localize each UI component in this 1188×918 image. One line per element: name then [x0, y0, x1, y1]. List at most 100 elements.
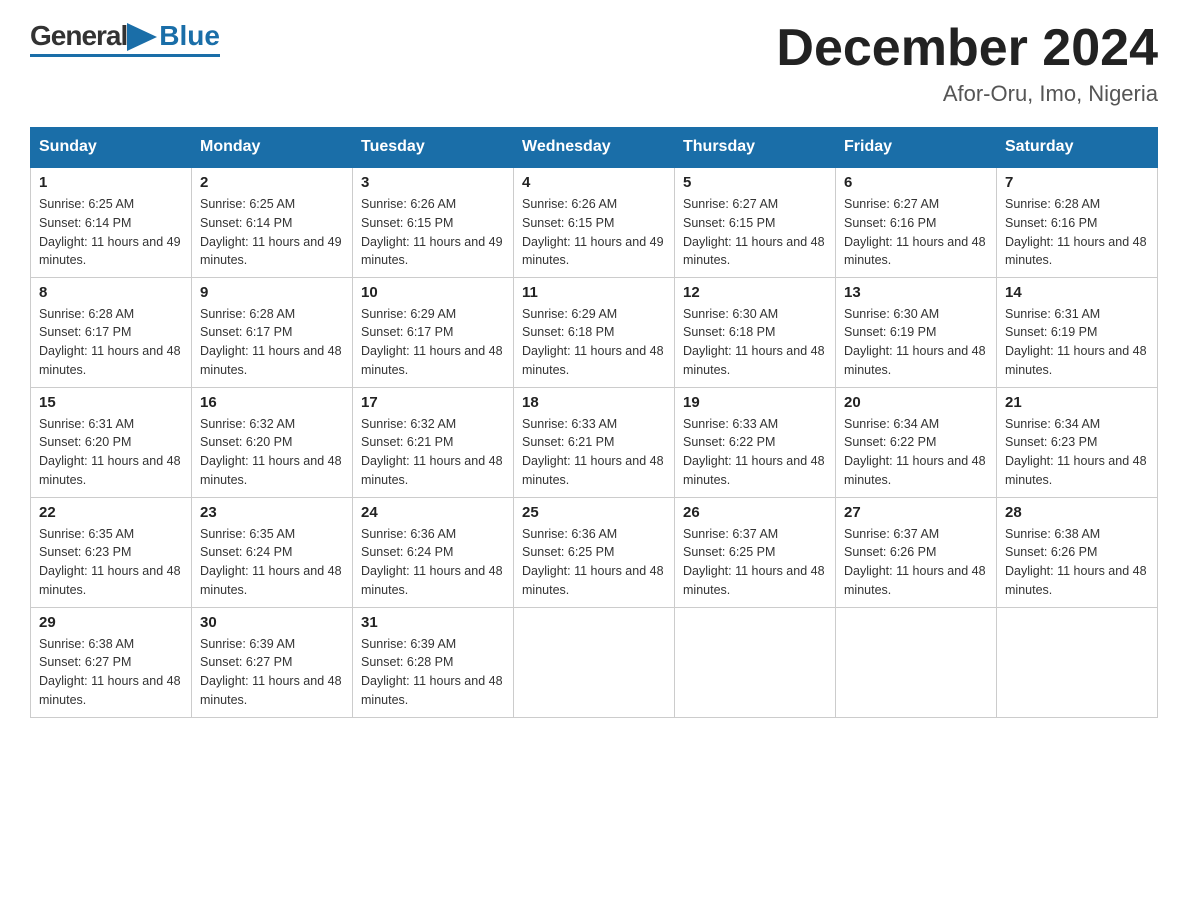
calendar-cell: 28 Sunrise: 6:38 AMSunset: 6:26 PMDaylig… — [997, 497, 1158, 607]
calendar-week-row: 1 Sunrise: 6:25 AMSunset: 6:14 PMDayligh… — [31, 167, 1158, 277]
calendar-cell: 17 Sunrise: 6:32 AMSunset: 6:21 PMDaylig… — [353, 387, 514, 497]
day-info: Sunrise: 6:31 AMSunset: 6:20 PMDaylight:… — [39, 417, 181, 487]
day-info: Sunrise: 6:25 AMSunset: 6:14 PMDaylight:… — [39, 197, 181, 267]
calendar-cell: 3 Sunrise: 6:26 AMSunset: 6:15 PMDayligh… — [353, 167, 514, 277]
day-number: 31 — [361, 614, 505, 631]
logo-general-text: General — [30, 20, 127, 52]
calendar-cell: 8 Sunrise: 6:28 AMSunset: 6:17 PMDayligh… — [31, 277, 192, 387]
day-info: Sunrise: 6:38 AMSunset: 6:26 PMDaylight:… — [1005, 527, 1147, 597]
calendar-cell: 25 Sunrise: 6:36 AMSunset: 6:25 PMDaylig… — [514, 497, 675, 607]
day-info: Sunrise: 6:36 AMSunset: 6:24 PMDaylight:… — [361, 527, 503, 597]
page-header: General Blue December 2024 Afor-Oru, Imo… — [30, 20, 1158, 107]
calendar-week-row: 22 Sunrise: 6:35 AMSunset: 6:23 PMDaylig… — [31, 497, 1158, 607]
calendar-cell: 5 Sunrise: 6:27 AMSunset: 6:15 PMDayligh… — [675, 167, 836, 277]
calendar-cell: 20 Sunrise: 6:34 AMSunset: 6:22 PMDaylig… — [836, 387, 997, 497]
day-number: 13 — [844, 284, 988, 301]
day-number: 3 — [361, 174, 505, 191]
calendar-cell: 10 Sunrise: 6:29 AMSunset: 6:17 PMDaylig… — [353, 277, 514, 387]
day-number: 26 — [683, 504, 827, 521]
day-info: Sunrise: 6:37 AMSunset: 6:25 PMDaylight:… — [683, 527, 825, 597]
logo: General Blue — [30, 20, 220, 57]
day-number: 24 — [361, 504, 505, 521]
day-info: Sunrise: 6:32 AMSunset: 6:20 PMDaylight:… — [200, 417, 342, 487]
location-subtitle: Afor-Oru, Imo, Nigeria — [776, 81, 1158, 107]
day-info: Sunrise: 6:34 AMSunset: 6:23 PMDaylight:… — [1005, 417, 1147, 487]
day-info: Sunrise: 6:33 AMSunset: 6:22 PMDaylight:… — [683, 417, 825, 487]
day-info: Sunrise: 6:27 AMSunset: 6:16 PMDaylight:… — [844, 197, 986, 267]
calendar-cell — [675, 607, 836, 717]
day-info: Sunrise: 6:29 AMSunset: 6:18 PMDaylight:… — [522, 307, 664, 377]
day-info: Sunrise: 6:32 AMSunset: 6:21 PMDaylight:… — [361, 417, 503, 487]
day-info: Sunrise: 6:37 AMSunset: 6:26 PMDaylight:… — [844, 527, 986, 597]
day-info: Sunrise: 6:30 AMSunset: 6:18 PMDaylight:… — [683, 307, 825, 377]
calendar-cell: 1 Sunrise: 6:25 AMSunset: 6:14 PMDayligh… — [31, 167, 192, 277]
day-info: Sunrise: 6:35 AMSunset: 6:24 PMDaylight:… — [200, 527, 342, 597]
day-info: Sunrise: 6:38 AMSunset: 6:27 PMDaylight:… — [39, 637, 181, 707]
weekday-header-saturday: Saturday — [997, 128, 1158, 168]
calendar-cell — [514, 607, 675, 717]
day-number: 23 — [200, 504, 344, 521]
day-info: Sunrise: 6:29 AMSunset: 6:17 PMDaylight:… — [361, 307, 503, 377]
day-info: Sunrise: 6:26 AMSunset: 6:15 PMDaylight:… — [522, 197, 664, 267]
calendar-cell: 6 Sunrise: 6:27 AMSunset: 6:16 PMDayligh… — [836, 167, 997, 277]
calendar-week-row: 29 Sunrise: 6:38 AMSunset: 6:27 PMDaylig… — [31, 607, 1158, 717]
calendar-cell: 9 Sunrise: 6:28 AMSunset: 6:17 PMDayligh… — [192, 277, 353, 387]
calendar-cell: 2 Sunrise: 6:25 AMSunset: 6:14 PMDayligh… — [192, 167, 353, 277]
calendar-cell: 23 Sunrise: 6:35 AMSunset: 6:24 PMDaylig… — [192, 497, 353, 607]
calendar-cell: 21 Sunrise: 6:34 AMSunset: 6:23 PMDaylig… — [997, 387, 1158, 497]
day-number: 15 — [39, 394, 183, 411]
day-info: Sunrise: 6:31 AMSunset: 6:19 PMDaylight:… — [1005, 307, 1147, 377]
calendar-cell: 22 Sunrise: 6:35 AMSunset: 6:23 PMDaylig… — [31, 497, 192, 607]
weekday-header-wednesday: Wednesday — [514, 128, 675, 168]
calendar-week-row: 15 Sunrise: 6:31 AMSunset: 6:20 PMDaylig… — [31, 387, 1158, 497]
weekday-header-tuesday: Tuesday — [353, 128, 514, 168]
calendar-cell: 26 Sunrise: 6:37 AMSunset: 6:25 PMDaylig… — [675, 497, 836, 607]
day-number: 28 — [1005, 504, 1149, 521]
calendar-cell: 29 Sunrise: 6:38 AMSunset: 6:27 PMDaylig… — [31, 607, 192, 717]
day-number: 9 — [200, 284, 344, 301]
weekday-header-sunday: Sunday — [31, 128, 192, 168]
calendar-cell — [997, 607, 1158, 717]
day-number: 11 — [522, 284, 666, 301]
day-info: Sunrise: 6:28 AMSunset: 6:17 PMDaylight:… — [200, 307, 342, 377]
day-number: 30 — [200, 614, 344, 631]
day-info: Sunrise: 6:25 AMSunset: 6:14 PMDaylight:… — [200, 197, 342, 267]
day-number: 5 — [683, 174, 827, 191]
day-number: 14 — [1005, 284, 1149, 301]
day-number: 27 — [844, 504, 988, 521]
day-info: Sunrise: 6:39 AMSunset: 6:28 PMDaylight:… — [361, 637, 503, 707]
weekday-header-thursday: Thursday — [675, 128, 836, 168]
day-info: Sunrise: 6:34 AMSunset: 6:22 PMDaylight:… — [844, 417, 986, 487]
logo-underline — [30, 54, 220, 57]
day-info: Sunrise: 6:39 AMSunset: 6:27 PMDaylight:… — [200, 637, 342, 707]
day-info: Sunrise: 6:28 AMSunset: 6:17 PMDaylight:… — [39, 307, 181, 377]
day-number: 18 — [522, 394, 666, 411]
calendar-cell: 19 Sunrise: 6:33 AMSunset: 6:22 PMDaylig… — [675, 387, 836, 497]
calendar-cell: 7 Sunrise: 6:28 AMSunset: 6:16 PMDayligh… — [997, 167, 1158, 277]
day-number: 29 — [39, 614, 183, 631]
title-block: December 2024 Afor-Oru, Imo, Nigeria — [776, 20, 1158, 107]
logo-arrow-icon — [127, 23, 157, 51]
calendar-cell: 16 Sunrise: 6:32 AMSunset: 6:20 PMDaylig… — [192, 387, 353, 497]
calendar-cell: 4 Sunrise: 6:26 AMSunset: 6:15 PMDayligh… — [514, 167, 675, 277]
day-number: 21 — [1005, 394, 1149, 411]
weekday-header-row: SundayMondayTuesdayWednesdayThursdayFrid… — [31, 128, 1158, 168]
calendar-cell: 31 Sunrise: 6:39 AMSunset: 6:28 PMDaylig… — [353, 607, 514, 717]
calendar-cell: 13 Sunrise: 6:30 AMSunset: 6:19 PMDaylig… — [836, 277, 997, 387]
day-info: Sunrise: 6:30 AMSunset: 6:19 PMDaylight:… — [844, 307, 986, 377]
calendar-cell: 30 Sunrise: 6:39 AMSunset: 6:27 PMDaylig… — [192, 607, 353, 717]
day-number: 7 — [1005, 174, 1149, 191]
calendar-cell: 27 Sunrise: 6:37 AMSunset: 6:26 PMDaylig… — [836, 497, 997, 607]
day-info: Sunrise: 6:28 AMSunset: 6:16 PMDaylight:… — [1005, 197, 1147, 267]
day-number: 10 — [361, 284, 505, 301]
day-info: Sunrise: 6:35 AMSunset: 6:23 PMDaylight:… — [39, 527, 181, 597]
day-number: 4 — [522, 174, 666, 191]
day-number: 19 — [683, 394, 827, 411]
day-number: 25 — [522, 504, 666, 521]
weekday-header-friday: Friday — [836, 128, 997, 168]
calendar-cell: 12 Sunrise: 6:30 AMSunset: 6:18 PMDaylig… — [675, 277, 836, 387]
calendar-cell: 24 Sunrise: 6:36 AMSunset: 6:24 PMDaylig… — [353, 497, 514, 607]
day-number: 1 — [39, 174, 183, 191]
day-number: 12 — [683, 284, 827, 301]
day-number: 22 — [39, 504, 183, 521]
